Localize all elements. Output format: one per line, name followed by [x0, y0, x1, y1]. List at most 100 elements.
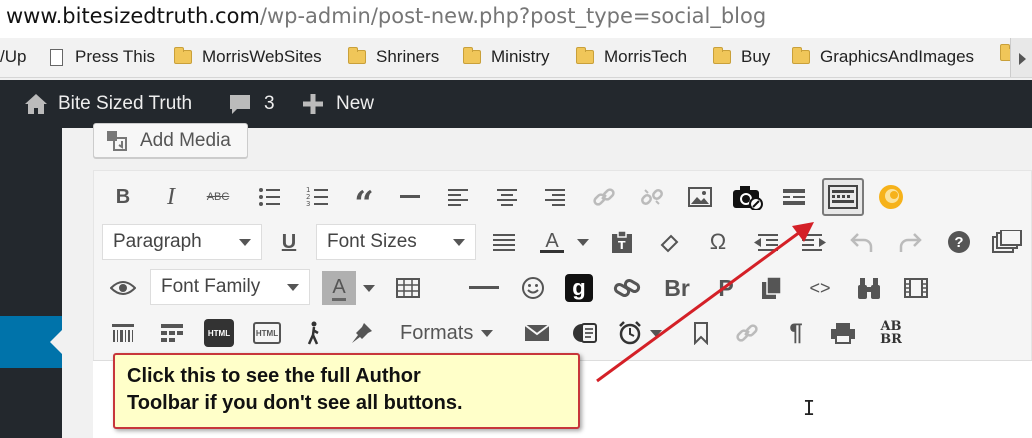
video-button[interactable]	[902, 271, 930, 305]
bookmark-folder[interactable]: GraphicsAndImages	[792, 47, 974, 67]
paste-as-text-button[interactable]: T	[609, 225, 635, 259]
abbreviation-button[interactable]: AB BR	[874, 316, 908, 350]
pin-button[interactable]	[348, 316, 376, 350]
folder-icon	[792, 47, 810, 64]
url-host: www.bitesizedtruth.com	[6, 4, 260, 28]
bookmark-item[interactable]: /Up	[0, 47, 26, 67]
italic-button[interactable]: I	[158, 180, 184, 214]
templates-button[interactable]	[990, 225, 1024, 259]
align-left-button[interactable]	[445, 180, 471, 214]
admin-bar-site[interactable]: Bite Sized Truth	[24, 93, 192, 115]
bookmark-folder[interactable]: MorrisTech	[576, 47, 687, 67]
blockquote-button[interactable]: “	[350, 180, 378, 224]
camera-button[interactable]	[731, 180, 765, 214]
bookmark-folder[interactable]: Ministry	[463, 47, 550, 67]
link-icon	[593, 188, 615, 206]
admin-bar-comments[interactable]: 3	[228, 93, 275, 115]
paragraph-format-select[interactable]: Paragraph	[102, 224, 262, 260]
help-icon: ?	[948, 231, 970, 253]
alarm-button[interactable]	[615, 316, 645, 350]
undo-icon	[850, 233, 873, 252]
undo-button[interactable]	[848, 225, 876, 259]
redo-button[interactable]	[896, 225, 924, 259]
layout-button[interactable]	[157, 316, 187, 350]
align-center-button[interactable]	[494, 180, 520, 214]
horizontal-rule-button[interactable]	[468, 271, 500, 305]
active-menu-arrow	[50, 330, 62, 354]
text-color-dropdown[interactable]	[574, 225, 592, 259]
pilcrow-label: ¶	[789, 319, 803, 346]
folder-icon	[576, 47, 594, 64]
bookmark-folder[interactable]: MorrisWebSites	[174, 47, 322, 67]
table-icon	[396, 278, 420, 298]
read-more-button[interactable]	[780, 180, 808, 214]
bullet-list-button[interactable]	[255, 180, 283, 214]
table-button[interactable]	[394, 271, 422, 305]
accessibility-button[interactable]	[302, 316, 328, 350]
background-color-label: A	[332, 276, 346, 301]
code-button[interactable]: <>	[806, 271, 834, 305]
font-sizes-select[interactable]: Font Sizes	[316, 224, 476, 260]
align-right-button[interactable]	[542, 180, 568, 214]
barcode-button[interactable]	[108, 316, 138, 350]
text-cursor-icon: I	[803, 396, 816, 420]
remove-link-button[interactable]	[638, 180, 666, 214]
film-icon	[904, 278, 928, 298]
walking-person-icon	[307, 321, 319, 345]
add-media-button[interactable]: Add Media	[93, 123, 248, 158]
bold-button[interactable]: B	[110, 180, 136, 214]
camera-icon	[733, 186, 763, 210]
admin-bar-new[interactable]: New	[302, 93, 374, 115]
toolbar-toggle-button[interactable]	[822, 178, 864, 216]
bookmarks-overflow-button[interactable]	[1010, 38, 1032, 77]
clear-formatting-button[interactable]	[657, 225, 683, 259]
emoticons-button[interactable]	[518, 271, 548, 305]
font-family-value: Font Family	[161, 276, 261, 297]
numbered-list-button[interactable]: 123	[303, 180, 331, 214]
background-color-dropdown[interactable]	[361, 271, 377, 305]
anchor-link-button[interactable]	[612, 271, 642, 305]
text-color-button[interactable]: A	[536, 225, 568, 259]
insert-image-button[interactable]	[686, 180, 714, 214]
special-character-button[interactable]: Ω	[704, 225, 732, 259]
url-text[interactable]: www.bitesizedtruth.com/wp-admin/post-new…	[6, 4, 766, 28]
html-button[interactable]: HTML	[203, 316, 235, 350]
sticky-note-button[interactable]	[570, 316, 600, 350]
paragraph-tag-button[interactable]: P	[712, 271, 740, 305]
insert-link-button[interactable]	[590, 180, 618, 214]
alarm-dropdown[interactable]	[648, 316, 664, 350]
preview-button[interactable]	[108, 271, 138, 305]
numbered-list-icon: 123	[306, 186, 328, 208]
underline-button[interactable]: U	[276, 225, 302, 259]
anchor-button[interactable]	[732, 316, 762, 350]
bookmark-folder[interactable]: Shriners	[348, 47, 439, 67]
text-color-swatch	[540, 249, 564, 253]
google-button[interactable]: g	[564, 271, 594, 305]
justify-button[interactable]	[490, 225, 518, 259]
envelope-icon	[524, 324, 550, 341]
bookmark-press-this[interactable]: Press This	[50, 47, 155, 67]
horizontal-line-button[interactable]	[398, 180, 422, 214]
plugin-button[interactable]	[876, 180, 906, 214]
show-blocks-button[interactable]: ¶	[782, 316, 810, 350]
chevron-down-icon	[650, 329, 662, 337]
html-export-button[interactable]: HTML	[250, 316, 284, 350]
outdent-button[interactable]	[752, 225, 780, 259]
binoculars-button[interactable]	[854, 271, 884, 305]
help-button[interactable]: ?	[945, 225, 973, 259]
email-button[interactable]	[522, 316, 552, 350]
bookmark-folder[interactable]: Buy	[713, 47, 770, 67]
strikethrough-button[interactable]: ABC	[203, 180, 233, 214]
print-button[interactable]	[828, 316, 858, 350]
font-family-select[interactable]: Font Family	[150, 269, 310, 305]
abbr-line2: BR	[880, 332, 902, 347]
formats-menu-button[interactable]: Formats	[392, 316, 502, 350]
browser-url-bar[interactable]: www.bitesizedtruth.com/wp-admin/post-new…	[0, 0, 1032, 38]
copy-button[interactable]	[758, 271, 786, 305]
p-label: P	[718, 274, 734, 301]
bookmark-button[interactable]	[688, 316, 714, 350]
background-color-button[interactable]: A	[322, 271, 356, 305]
indent-button[interactable]	[800, 225, 828, 259]
line-break-button[interactable]: Br	[660, 271, 694, 305]
eraser-icon	[660, 234, 679, 253]
